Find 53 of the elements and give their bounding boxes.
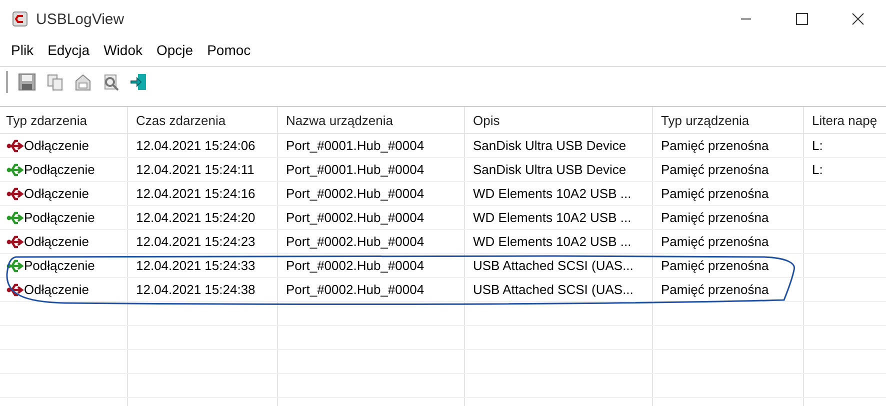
menu-item[interactable]: Widok (96, 42, 150, 58)
table-cell: 12.04.2021 15:24:06 (128, 134, 278, 157)
column-header[interactable]: Litera napę (804, 107, 886, 133)
table-cell: Pamięć przenośna (653, 158, 804, 181)
save-icon[interactable] (16, 71, 38, 93)
menu-item[interactable]: Opcje (150, 42, 200, 58)
table-cell-text: L: (811, 137, 824, 155)
table-cell: 12.04.2021 15:24:23 (128, 230, 278, 253)
maximize-icon (796, 13, 808, 25)
table-cell: 12.04.2021 15:24:33 (128, 254, 278, 277)
table-cell: Pamięć przenośna (653, 206, 804, 229)
table-cell: Podłączenie (24, 210, 95, 225)
menu-item[interactable]: Pomoc (200, 42, 258, 58)
table-cell: SanDisk Ultra USB Device (465, 158, 653, 181)
column-header[interactable]: Typ urządzenia (653, 107, 804, 133)
table-cell: WD Elements 10A2 USB ... (465, 230, 653, 253)
table-cell: SanDisk Ultra USB Device (465, 134, 653, 157)
table-cell: WD Elements 10A2 USB ... (465, 206, 653, 229)
table-cell: Port_#0001.Hub_#0004 (278, 158, 465, 181)
table-cell: Odłączenie (24, 186, 90, 201)
window-title: USBLogView (36, 10, 126, 28)
table-cell: 12.04.2021 15:24:20 (128, 206, 278, 229)
table-cell: USB Attached SCSI (UAS... (465, 278, 653, 301)
table-cell: WD Elements 10A2 USB ... (465, 182, 653, 205)
table-cell: Podłączenie (24, 162, 95, 177)
table-cell: USB Attached SCSI (UAS... (465, 254, 653, 277)
table-cell: Pamięć przenośna (653, 182, 804, 205)
table-cell-text: L: (811, 161, 824, 179)
table-cell: Odłączenie (24, 234, 90, 249)
table-cell: Podłączenie (24, 258, 95, 273)
table-cell: 12.04.2021 15:24:16 (128, 182, 278, 205)
app-icon (12, 11, 28, 27)
table-cell: Pamięć przenośna (653, 278, 804, 301)
table-cell: Port_#0002.Hub_#0004 (278, 182, 465, 205)
table-cell: Odłączenie (24, 138, 90, 153)
column-header[interactable]: Opis (465, 107, 653, 133)
table-cell: 12.04.2021 15:24:38 (128, 278, 278, 301)
table-cell: Pamięć przenośna (653, 254, 804, 277)
menu-item[interactable]: Plik (4, 42, 41, 58)
column-header[interactable]: Typ zdarzenia (0, 107, 128, 133)
table-cell: Port_#0002.Hub_#0004 (278, 254, 465, 277)
table-cell: Port_#0002.Hub_#0004 (278, 278, 465, 301)
table-cell: Pamięć przenośna (653, 134, 804, 157)
table-cell: Port_#0002.Hub_#0004 (278, 230, 465, 253)
menu-item[interactable]: Edycja (40, 42, 97, 58)
close-icon (852, 13, 864, 25)
column-header[interactable]: Czas zdarzenia (128, 107, 278, 133)
table-cell: Odłączenie (24, 282, 90, 297)
table-cell: Port_#0002.Hub_#0004 (278, 206, 465, 229)
table-cell: Port_#0001.Hub_#0004 (278, 134, 465, 157)
table-cell: Pamięć przenośna (653, 230, 804, 253)
column-header[interactable]: Nazwa urządzenia (278, 107, 465, 133)
table-cell: 12.04.2021 15:24:11 (128, 158, 278, 181)
